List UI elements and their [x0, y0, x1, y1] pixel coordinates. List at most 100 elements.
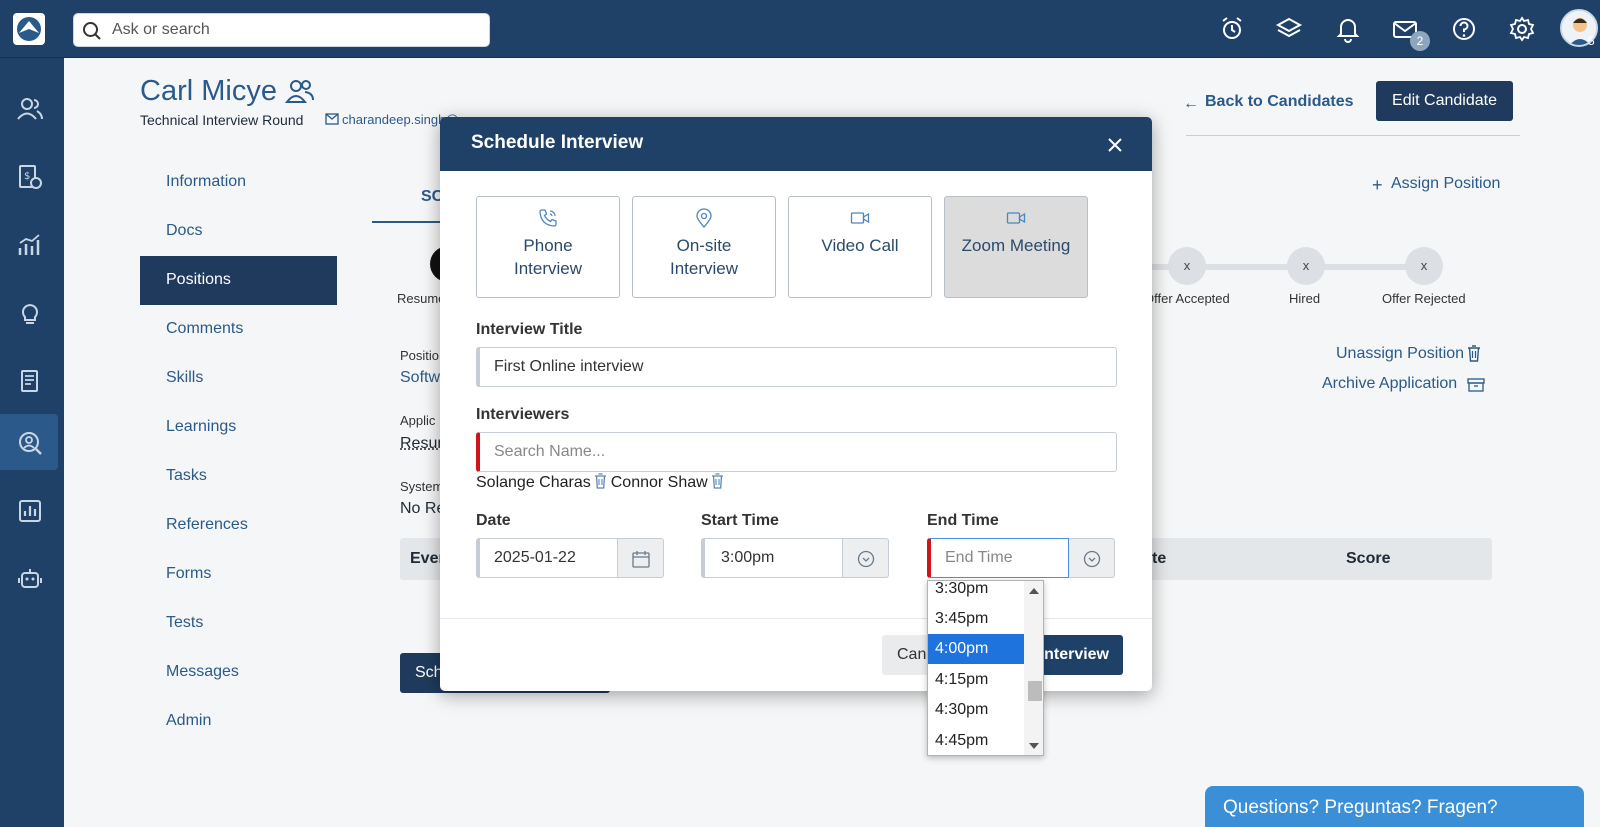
start-time-input[interactable] — [701, 538, 843, 578]
nav-positions[interactable]: Positions — [140, 256, 337, 305]
svg-text:$: $ — [24, 171, 30, 182]
interview-title-label: Interview Title — [476, 321, 583, 338]
type-video-call[interactable]: Video Call — [788, 196, 932, 298]
location-pin-icon — [696, 208, 712, 228]
candidate-round: Technical Interview Round — [140, 112, 304, 128]
close-icon[interactable] — [1105, 135, 1125, 155]
help-icon[interactable] — [1450, 15, 1478, 43]
avatar-badge: 5 — [1588, 34, 1595, 48]
nav-tasks[interactable]: Tasks — [140, 452, 337, 501]
modal-title: Schedule Interview — [471, 132, 644, 153]
trash-icon[interactable] — [711, 472, 724, 489]
time-option[interactable]: 4:15pm — [928, 665, 1024, 695]
dropdown-scrollbar[interactable] — [1024, 581, 1043, 755]
unassign-position-link[interactable]: Unassign Position — [1336, 345, 1464, 363]
nav-admin[interactable]: Admin — [140, 697, 337, 746]
search-person-icon — [19, 432, 42, 455]
search-icon — [82, 21, 102, 41]
mail-badge: 2 — [1410, 31, 1430, 51]
bell-icon[interactable] — [1334, 15, 1362, 43]
edit-candidate-button[interactable]: Edit Candidate — [1376, 81, 1513, 121]
report-icon — [19, 500, 41, 522]
time-option[interactable]: 4:30pm — [928, 695, 1024, 725]
rail-candidates[interactable] — [0, 414, 58, 470]
scroll-up-icon[interactable] — [1029, 588, 1039, 594]
application-label-fragment: Applic — [400, 413, 436, 428]
modal-footer-divider — [440, 618, 1152, 619]
clock-icon — [857, 550, 874, 568]
rail-bots[interactable] — [0, 550, 58, 606]
rail-ideas[interactable] — [0, 284, 58, 340]
search-input[interactable] — [112, 14, 482, 46]
candidate-name: Carl Micye — [140, 75, 277, 107]
type-onsite-interview[interactable]: On-site Interview — [632, 196, 776, 298]
rail-analytics[interactable] — [0, 216, 58, 272]
time-option-selected[interactable]: 4:00pm — [928, 634, 1024, 664]
scroll-down-icon[interactable] — [1029, 743, 1039, 749]
interviewers-search-input[interactable] — [476, 432, 1117, 472]
nav-comments[interactable]: Comments — [140, 305, 337, 354]
candidate-side-nav: Information Docs Positions Comments Skil… — [140, 158, 337, 746]
time-option[interactable]: 4:45pm — [928, 726, 1024, 755]
group-icon[interactable] — [285, 78, 315, 104]
calendar-icon — [631, 551, 650, 568]
header-divider — [1186, 135, 1520, 136]
scrollbar-thumb[interactable] — [1028, 681, 1042, 701]
video-camera-icon — [850, 212, 870, 224]
end-time-input[interactable] — [927, 538, 1069, 578]
video-camera-icon — [1006, 212, 1026, 224]
nav-learnings[interactable]: Learnings — [140, 403, 337, 452]
time-option[interactable]: 3:30pm — [928, 581, 1024, 604]
back-arrow-icon: ← — [1183, 95, 1199, 112]
alarm-clock-icon[interactable] — [1218, 15, 1246, 43]
system-label-fragment: System — [400, 479, 444, 494]
position-value-fragment[interactable]: Softw — [400, 369, 440, 387]
trash-icon[interactable] — [594, 472, 607, 489]
end-time-dropdown[interactable]: 3:30pm 3:45pm 4:00pm 4:15pm 4:30pm 4:45p… — [927, 580, 1044, 756]
stage-offer-accepted-label: Offer Accepted — [1144, 291, 1230, 306]
interviewer-tags: Solange Charas Connor Shaw — [476, 472, 728, 492]
end-time-label: End Time — [927, 512, 999, 529]
nav-references[interactable]: References — [140, 501, 337, 550]
nav-skills[interactable]: Skills — [140, 354, 337, 403]
type-phone-interview[interactable]: Phone Interview — [476, 196, 620, 298]
rail-reports[interactable] — [0, 482, 58, 538]
archive-application-link[interactable]: Archive Application — [1322, 375, 1457, 393]
time-option[interactable]: 3:45pm — [928, 604, 1024, 634]
schedule-interview-modal: Schedule Interview Phone Interview On-sit… — [440, 117, 1152, 691]
trash-icon[interactable] — [1467, 344, 1481, 362]
interview-title-input[interactable] — [476, 347, 1117, 387]
layers-icon[interactable] — [1275, 15, 1303, 43]
phone-icon — [539, 209, 557, 227]
date-input[interactable] — [476, 538, 618, 578]
type-zoom-meeting[interactable]: Zoom Meeting — [944, 196, 1088, 298]
date-label: Date — [476, 512, 511, 529]
stage-hired-label: Hired — [1289, 291, 1321, 306]
assign-position-link[interactable]: Assign Position — [1391, 175, 1500, 193]
nav-messages[interactable]: Messages — [140, 648, 337, 697]
lightbulb-icon — [22, 304, 38, 324]
start-time-picker-button[interactable] — [843, 538, 889, 578]
rail-billing[interactable]: $ — [0, 148, 58, 204]
billing-icon: $ — [19, 165, 42, 189]
date-picker-button[interactable] — [618, 538, 664, 578]
users-icon — [17, 98, 43, 120]
back-to-candidates-link[interactable]: Back to Candidates — [1205, 93, 1353, 111]
rail-documents[interactable] — [0, 352, 58, 408]
rail-users[interactable] — [0, 80, 58, 136]
end-time-picker-button[interactable] — [1069, 538, 1115, 578]
app-logo[interactable] — [13, 13, 45, 45]
stage-offer-rejected[interactable]: x — [1405, 247, 1443, 285]
events-col-score: Score — [1346, 550, 1391, 567]
help-chat-widget[interactable]: Questions? Preguntas? Fragen? — [1205, 786, 1584, 827]
gear-icon[interactable] — [1508, 15, 1536, 43]
stage-offer-accepted[interactable]: x — [1168, 247, 1206, 285]
nav-tests[interactable]: Tests — [140, 599, 337, 648]
nav-information[interactable]: Information — [140, 158, 337, 207]
stage-hired[interactable]: x — [1287, 247, 1325, 285]
global-search[interactable] — [73, 13, 490, 47]
tab-schedule[interactable]: SC — [372, 185, 443, 223]
nav-docs[interactable]: Docs — [140, 207, 337, 256]
archive-icon[interactable] — [1467, 378, 1485, 392]
nav-forms[interactable]: Forms — [140, 550, 337, 599]
